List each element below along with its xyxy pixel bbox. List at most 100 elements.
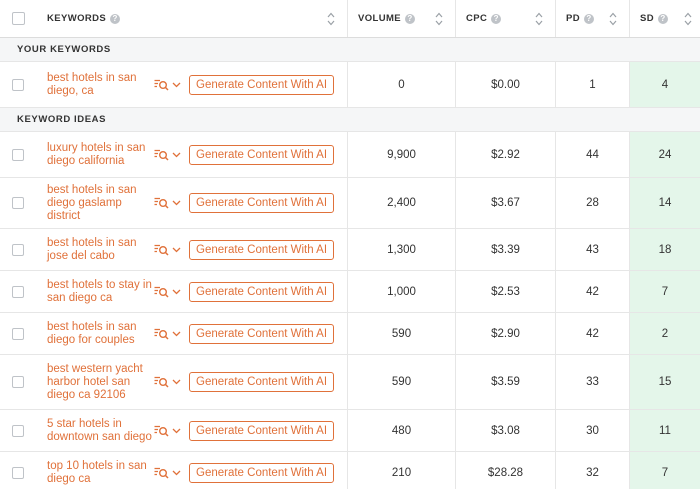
info-icon[interactable]: ? [491,13,502,24]
pd-value: 33 [586,376,599,388]
generate-content-button[interactable]: Generate Content With AI [189,144,335,165]
cpc-value: $2.92 [491,148,520,161]
row-checkbox-cell [0,229,36,270]
sort-icon[interactable] [327,12,335,25]
info-icon[interactable]: ? [405,13,416,24]
serp-dropdown[interactable] [154,244,184,256]
serp-dropdown[interactable] [154,425,184,437]
header-checkbox-cell [0,0,36,37]
serp-dropdown[interactable] [154,328,184,340]
keyword-link[interactable]: best hotels in san jose del cabo [36,237,154,263]
info-icon[interactable]: ? [584,13,594,24]
header-volume-label: VOLUME [358,13,402,24]
header-pd[interactable]: PD? [556,0,630,37]
generate-content-button[interactable]: Generate Content With AI [189,372,335,392]
sd-cell: 11 [630,410,700,451]
cpc-value: $3.59 [491,376,520,388]
chevron-down-icon [172,379,181,385]
section-title: YOUR KEYWORDS [17,44,111,55]
row-checkbox[interactable] [12,78,24,91]
sd-value: 24 [658,148,672,161]
volume-cell: 2,400 [348,178,456,228]
serp-dropdown[interactable] [154,286,184,298]
keyword-link[interactable]: best western yacht harbor hotel san dieg… [36,363,154,402]
table-row: best hotels in san diego for couples Gen… [0,313,700,355]
volume-value: 210 [391,466,412,479]
row-checkbox-cell [0,62,36,107]
header-cpc[interactable]: CPC? [456,0,556,37]
info-icon[interactable]: ? [658,13,668,24]
serp-dropdown[interactable] [154,149,184,161]
row-checkbox[interactable] [12,148,24,161]
pd-cell: 28 [556,178,630,228]
volume-value: 480 [391,424,412,437]
keyword-cell: top 10 hotels in san diego ca Generate C… [36,452,348,489]
table-row: best hotels to stay in san diego ca Gene… [0,271,700,313]
pd-cell: 43 [556,229,630,270]
select-all-checkbox[interactable] [11,12,25,25]
table-row: luxury hotels in san diego california Ge… [0,132,700,178]
header-keywords[interactable]: KEYWORDS? [36,0,348,37]
row-checkbox[interactable] [12,285,24,298]
table-row: best western yacht harbor hotel san dieg… [0,355,700,410]
pd-cell: 42 [556,313,630,354]
keyword-cell: best hotels to stay in san diego ca Gene… [36,271,348,312]
cpc-value: $0.00 [491,78,520,91]
chevron-down-icon [172,247,181,252]
row-checkbox[interactable] [12,466,24,479]
sort-icon[interactable] [684,12,692,25]
generate-content-button[interactable]: Generate Content With AI [189,239,335,260]
keyword-link[interactable]: best hotels in san diego, ca [36,72,154,98]
row-checkbox[interactable] [12,197,24,209]
row-checkbox[interactable] [12,327,24,340]
table-row: best hotels in san jose del cabo Generat… [0,229,700,271]
pd-value: 42 [586,327,599,340]
generate-content-button[interactable]: Generate Content With AI [189,323,335,344]
header-sd[interactable]: SD? [630,0,700,37]
row-checkbox-cell [0,313,36,354]
generate-content-button[interactable]: Generate Content With AI [189,462,335,483]
keyword-cell: best hotels in san diego gaslamp distric… [36,178,348,228]
keyword-link[interactable]: luxury hotels in san diego california [36,142,154,168]
serp-dropdown[interactable] [154,376,184,388]
keyword-link[interactable]: best hotels in san diego gaslamp distric… [36,184,154,223]
generate-content-button[interactable]: Generate Content With AI [189,193,335,213]
serp-search-icon [154,286,169,298]
cpc-value: $3.39 [491,243,520,256]
header-volume[interactable]: VOLUME? [348,0,456,37]
sort-icon[interactable] [435,12,443,25]
cpc-cell: $2.90 [456,313,556,354]
cpc-cell: $3.08 [456,410,556,451]
generate-content-button[interactable]: Generate Content With AI [189,74,335,95]
row-checkbox[interactable] [12,243,24,256]
volume-value: 590 [391,327,412,340]
volume-cell: 0 [348,62,456,107]
sort-icon[interactable] [609,12,617,25]
pd-value: 32 [586,466,599,479]
pd-cell: 44 [556,132,630,177]
volume-cell: 210 [348,452,456,489]
serp-dropdown[interactable] [154,467,184,479]
keyword-link[interactable]: best hotels in san diego for couples [36,321,154,347]
generate-content-button[interactable]: Generate Content With AI [189,420,335,441]
info-icon[interactable]: ? [110,13,121,24]
keyword-link[interactable]: 5 star hotels in downtown san diego [36,418,154,444]
volume-value: 590 [391,376,412,388]
row-checkbox-cell [0,355,36,409]
header-pd-label: PD [566,13,580,24]
sd-value: 4 [661,78,669,91]
cpc-cell: $2.92 [456,132,556,177]
volume-value: 0 [398,78,405,91]
keyword-link[interactable]: top 10 hotels in san diego ca [36,460,154,486]
generate-content-button[interactable]: Generate Content With AI [189,281,335,302]
row-checkbox[interactable] [12,424,24,437]
cpc-cell: $3.67 [456,178,556,228]
serp-dropdown[interactable] [154,79,184,91]
sd-value: 18 [658,243,672,256]
pd-value: 44 [586,148,599,161]
row-checkbox[interactable] [12,376,24,388]
pd-value: 43 [586,243,599,256]
sort-icon[interactable] [535,12,543,25]
serp-dropdown[interactable] [154,197,184,209]
keyword-link[interactable]: best hotels to stay in san diego ca [36,279,154,305]
